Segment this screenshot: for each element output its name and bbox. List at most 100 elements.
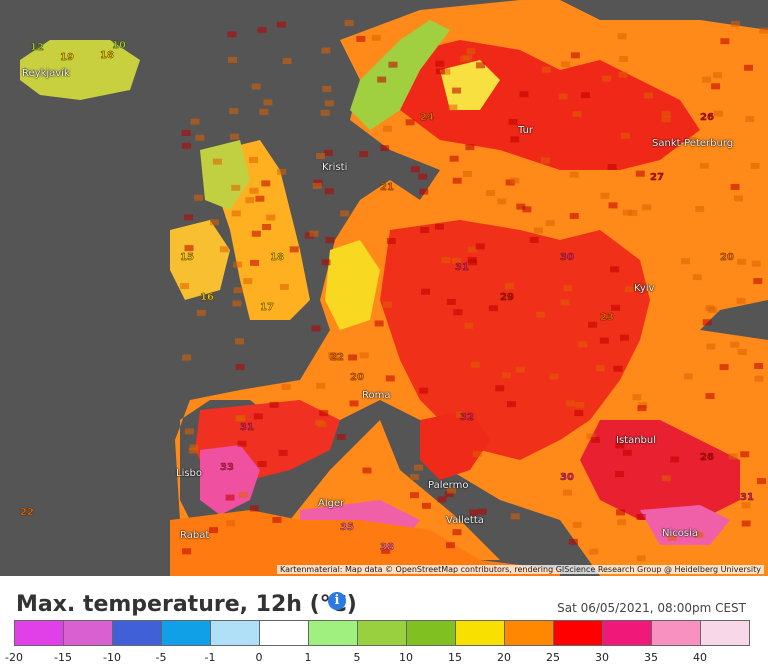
station-mark — [734, 195, 744, 202]
station-mark — [495, 385, 505, 392]
station-mark — [249, 156, 259, 163]
station-mark — [562, 489, 572, 496]
station-mark — [409, 474, 419, 481]
color-swatch — [553, 620, 602, 646]
scale-tick-label: -20 — [5, 651, 23, 664]
station-mark — [702, 76, 712, 83]
city-tur: Tur — [518, 125, 534, 136]
scale-tick-label: 25 — [546, 651, 560, 664]
color-swatch — [14, 620, 63, 646]
station-mark — [348, 354, 358, 361]
station-mark — [226, 520, 236, 527]
station-mark — [236, 415, 246, 422]
station-mark — [610, 266, 620, 273]
station-mark — [309, 230, 319, 237]
station-mark — [730, 20, 740, 27]
temp-label-atlantic-22: 22 — [20, 507, 34, 518]
temp-label-iceland-12: 12 — [30, 42, 44, 53]
station-mark — [234, 338, 244, 345]
temp-label-spain-33: 33 — [220, 462, 234, 473]
station-mark — [600, 192, 610, 199]
city-kristi: Kristi — [322, 162, 348, 173]
temp-label-italy-32: 32 — [460, 412, 474, 423]
station-mark — [266, 214, 276, 221]
station-mark — [445, 542, 455, 549]
station-mark — [681, 258, 691, 265]
station-mark — [263, 99, 273, 106]
station-mark — [257, 460, 267, 467]
city-palermo: Palermo — [428, 480, 469, 491]
station-mark — [740, 451, 750, 458]
station-mark — [228, 56, 238, 63]
station-mark — [699, 162, 709, 169]
station-mark — [744, 64, 754, 71]
station-mark — [613, 365, 623, 372]
color-scale — [14, 620, 750, 646]
station-mark — [736, 297, 746, 304]
station-mark — [452, 87, 462, 94]
station-mark — [340, 210, 350, 217]
color-swatch — [357, 620, 406, 646]
station-mark — [516, 203, 526, 210]
station-mark — [452, 529, 462, 536]
station-mark — [253, 413, 263, 420]
station-mark — [558, 93, 568, 100]
station-mark — [618, 71, 628, 78]
station-mark — [470, 361, 480, 368]
station-mark — [405, 119, 415, 126]
color-swatch — [651, 620, 700, 646]
color-swatch — [602, 620, 651, 646]
station-mark — [611, 304, 621, 311]
station-mark — [243, 278, 253, 285]
station-mark — [741, 502, 751, 509]
temp-label-france-20: 20 — [350, 372, 364, 383]
station-mark — [563, 285, 573, 292]
station-mark — [453, 309, 463, 316]
station-mark — [508, 118, 518, 125]
city-sankt-peterburg: Sankt-Peterburg — [652, 138, 734, 149]
station-mark — [460, 55, 470, 62]
station-mark — [670, 456, 680, 463]
weather-map[interactable]: 12 19 18 10 15 16 18 17 20 22 31 29 30 33 31 32 30 27 26 26… — [0, 0, 768, 576]
scale-tick-label: -5 — [155, 651, 167, 664]
station-mark — [545, 220, 555, 227]
station-mark — [467, 246, 477, 253]
station-mark — [589, 548, 599, 555]
station-mark — [707, 306, 717, 313]
city-reykjavik: Reykjavík — [22, 68, 70, 79]
station-mark — [702, 319, 712, 326]
station-mark — [720, 38, 730, 45]
station-mark — [588, 321, 598, 328]
station-mark — [568, 538, 578, 545]
station-mark — [692, 274, 702, 281]
station-mark — [233, 287, 243, 294]
station-mark — [515, 366, 525, 373]
legend-title: Max. temperature, 12h (°C) — [16, 592, 357, 617]
color-swatch — [700, 620, 750, 646]
station-mark — [510, 136, 520, 143]
station-mark — [421, 288, 431, 295]
temp-label-turkey-26: 26 — [700, 452, 714, 463]
city-alger: Alger — [318, 498, 345, 509]
color-swatch — [210, 620, 259, 646]
station-mark — [196, 309, 206, 316]
station-mark — [320, 109, 330, 116]
color-swatch — [161, 620, 210, 646]
station-mark — [419, 188, 429, 195]
station-mark — [212, 158, 222, 165]
station-mark — [322, 85, 332, 92]
temp-label-russia-east-20: 20 — [720, 252, 734, 263]
station-mark — [261, 180, 271, 187]
station-mark — [272, 516, 282, 523]
station-mark — [616, 509, 626, 516]
station-mark — [510, 177, 520, 184]
temp-label-greece-30: 30 — [560, 472, 574, 483]
scale-tick-label: -10 — [103, 651, 121, 664]
station-mark — [362, 467, 372, 474]
info-icon[interactable]: i — [328, 592, 346, 610]
color-swatch — [455, 620, 504, 646]
station-mark — [541, 66, 551, 73]
station-mark — [231, 184, 241, 191]
scale-tick-label: 40 — [693, 651, 707, 664]
station-mark — [181, 129, 191, 136]
